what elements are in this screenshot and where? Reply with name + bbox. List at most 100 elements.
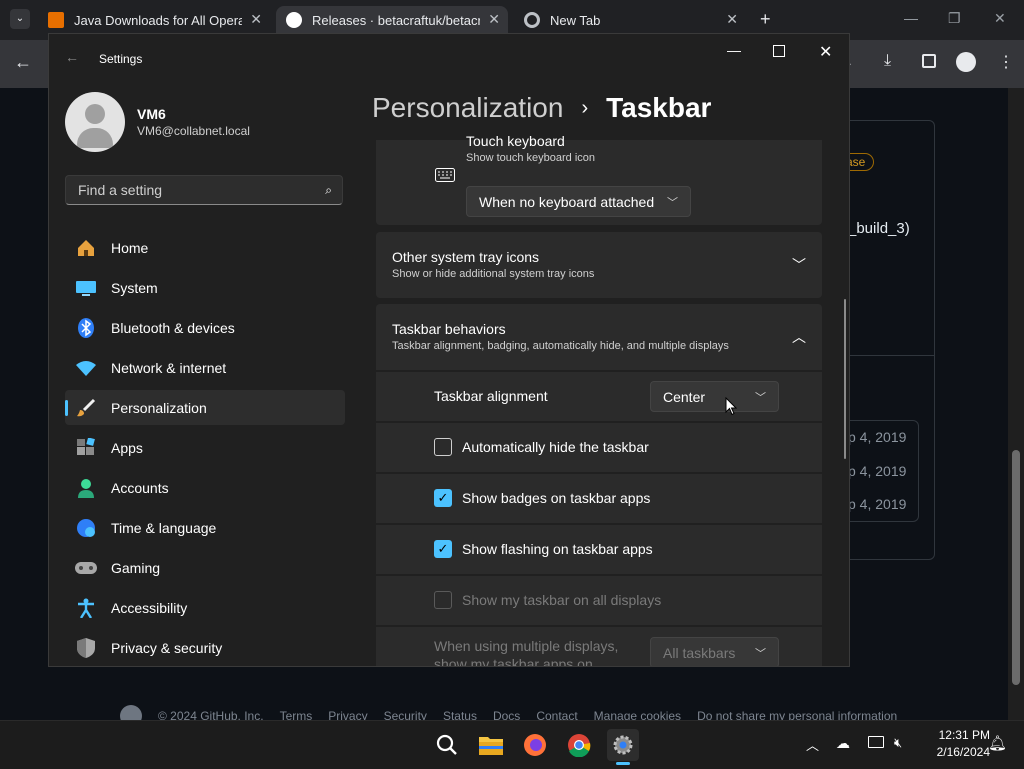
sidebar-item-accounts[interactable]: Accounts xyxy=(65,470,345,505)
chrome-favicon-icon xyxy=(524,12,540,28)
auto-hide-row[interactable]: Automatically hide the taskbar xyxy=(376,423,822,472)
browser-tab-java[interactable]: Java Downloads for All Operati ✕ xyxy=(48,8,262,32)
sidebar-item-network[interactable]: Network & internet xyxy=(65,350,345,385)
asset-date: p 4, 2019 xyxy=(848,429,907,445)
active-app-indicator xyxy=(616,762,630,765)
avatar-head-icon xyxy=(85,104,105,124)
new-tab-icon[interactable]: + xyxy=(760,9,771,30)
sidebar-item-system[interactable]: System xyxy=(65,270,345,305)
auto-hide-label: Automatically hide the taskbar xyxy=(462,439,649,455)
search-icon[interactable] xyxy=(431,729,463,761)
show-flashing-checkbox[interactable]: ✓ xyxy=(434,540,452,558)
user-name: VM6 xyxy=(137,106,166,122)
multi-display-dropdown[interactable]: All taskbars ﹀ xyxy=(650,637,779,666)
profile-icon[interactable] xyxy=(956,52,976,72)
clock-time[interactable]: 12:31 PM xyxy=(920,728,990,742)
firefox-icon[interactable] xyxy=(519,729,551,761)
minimize-button[interactable]: — xyxy=(727,42,741,58)
multi-display-label: When using multiple displays, show my ta… xyxy=(434,638,619,667)
java-favicon-icon xyxy=(48,12,64,28)
content-scrollbar[interactable] xyxy=(844,299,846,459)
close-tab-icon[interactable]: ✕ xyxy=(726,11,738,28)
sidebar-item-bluetooth[interactable]: Bluetooth & devices xyxy=(65,310,345,345)
chevron-down-icon: ﹀ xyxy=(755,647,766,660)
chevron-down-icon[interactable]: ﹀ xyxy=(792,255,806,275)
gamepad-icon xyxy=(75,557,97,579)
chevron-down-icon: ﹀ xyxy=(755,391,766,404)
asset-date: p 4, 2019 xyxy=(848,463,907,479)
sidebar-item-label: Privacy & security xyxy=(111,639,223,656)
browser-tab-title: New Tab xyxy=(550,12,601,28)
mouse-cursor-icon xyxy=(725,397,737,416)
show-badges-row[interactable]: ✓ Show badges on taskbar apps xyxy=(376,474,822,523)
restore-icon[interactable]: ❐ xyxy=(948,10,961,27)
notification-bell-icon[interactable]: 🔔︎ xyxy=(988,734,1007,752)
browser-tab-title: Releases · betacraftuk/betacraft xyxy=(312,12,480,28)
touch-keyboard-dropdown[interactable]: When no keyboard attached ﹀ xyxy=(466,186,691,217)
touch-keyboard-title: Touch keyboard xyxy=(466,133,565,149)
browser-tab-newtab[interactable]: New Tab ✕ xyxy=(524,8,738,32)
download-icon[interactable]: ⤓ xyxy=(884,52,891,70)
close-tab-icon[interactable]: ✕ xyxy=(250,11,262,28)
cloud-icon[interactable]: ☁ xyxy=(836,735,850,752)
back-arrow-icon[interactable]: ← xyxy=(65,49,79,65)
breadcrumb: Personalization › Taskbar xyxy=(372,92,711,124)
tab-search-icon[interactable]: ⌄ xyxy=(10,9,30,29)
sidebar-item-apps[interactable]: Apps xyxy=(65,430,345,465)
sidebar-item-home[interactable]: Home xyxy=(65,230,345,265)
sidebar-item-personalization[interactable]: Personalization xyxy=(65,390,345,425)
show-flashing-row[interactable]: ✓ Show flashing on taskbar apps xyxy=(376,525,822,574)
accessibility-icon xyxy=(75,597,97,619)
network-icon[interactable] xyxy=(868,736,884,748)
close-tab-icon[interactable]: ✕ xyxy=(488,11,500,28)
chrome-icon[interactable] xyxy=(563,729,595,761)
touch-keyboard-desc: Show touch keyboard icon xyxy=(466,152,596,164)
sidebar-item-privacy[interactable]: Privacy & security xyxy=(65,630,345,665)
chevron-up-icon[interactable]: ︿ xyxy=(806,735,819,754)
divider xyxy=(848,355,934,356)
sidebar-item-gaming[interactable]: Gaming xyxy=(65,550,345,585)
file-explorer-icon[interactable] xyxy=(475,729,507,761)
home-icon xyxy=(75,237,97,259)
user-email: VM6@collabnet.local xyxy=(137,124,250,138)
other-tray-title: Other system tray icons xyxy=(392,249,540,265)
other-tray-icons-card[interactable]: Other system tray icons Show or hide add… xyxy=(376,232,822,298)
auto-hide-checkbox[interactable] xyxy=(434,438,452,456)
clock-date[interactable]: 2/16/2024 xyxy=(920,745,990,759)
system-icon xyxy=(75,277,97,299)
close-button[interactable]: ✕ xyxy=(819,42,832,62)
minimize-icon[interactable]: — xyxy=(904,10,918,26)
search-input[interactable] xyxy=(76,181,326,199)
multi-display-row: When using multiple displays, show my ta… xyxy=(376,627,822,667)
sidebar-item-label: Gaming xyxy=(111,559,161,576)
person-icon xyxy=(75,477,97,499)
page-scrollbar-thumb[interactable] xyxy=(1012,450,1020,685)
shield-icon xyxy=(75,637,97,659)
maximize-button[interactable] xyxy=(773,45,785,57)
taskbar-behaviors-card[interactable]: Taskbar behaviors Taskbar alignment, bad… xyxy=(376,304,822,370)
taskbar-alignment-label: Taskbar alignment xyxy=(434,388,548,404)
chevron-up-icon[interactable]: ︿ xyxy=(792,327,806,347)
show-badges-checkbox[interactable]: ✓ xyxy=(434,489,452,507)
settings-gear-icon[interactable] xyxy=(607,729,639,761)
side-panel-icon[interactable] xyxy=(922,54,936,68)
close-icon[interactable]: ✕ xyxy=(994,10,1006,27)
apps-icon xyxy=(75,437,97,459)
more-menu-icon[interactable]: ⋮ xyxy=(998,52,1014,72)
search-icon[interactable]: ⌕ xyxy=(325,183,332,198)
breadcrumb-parent[interactable]: Personalization xyxy=(372,92,563,124)
taskbar-behaviors-title: Taskbar behaviors xyxy=(392,321,506,337)
search-box[interactable]: ⌕ xyxy=(65,175,343,205)
avatar[interactable] xyxy=(65,92,125,152)
sidebar-item-time-language[interactable]: Time & language xyxy=(65,510,345,545)
chevron-right-icon: › xyxy=(581,96,589,119)
all-displays-checkbox[interactable] xyxy=(434,591,452,609)
taskbar-alignment-dropdown[interactable]: Center ﹀ xyxy=(650,381,779,412)
sidebar-item-accessibility[interactable]: Accessibility xyxy=(65,590,345,625)
all-displays-row: Show my taskbar on all displays xyxy=(376,576,822,625)
volume-muted-icon[interactable]: 🔇︎ xyxy=(894,735,902,751)
browser-tab-releases[interactable]: Releases · betacraftuk/betacraft ✕ xyxy=(286,8,500,32)
taskbar-behaviors-desc: Taskbar alignment, badging, automaticall… xyxy=(392,340,729,352)
github-page: ase _build_3) p 4, 2019 p 4, 2019 p 4, 2… xyxy=(828,88,1008,720)
back-arrow-icon[interactable]: ← xyxy=(14,52,32,73)
